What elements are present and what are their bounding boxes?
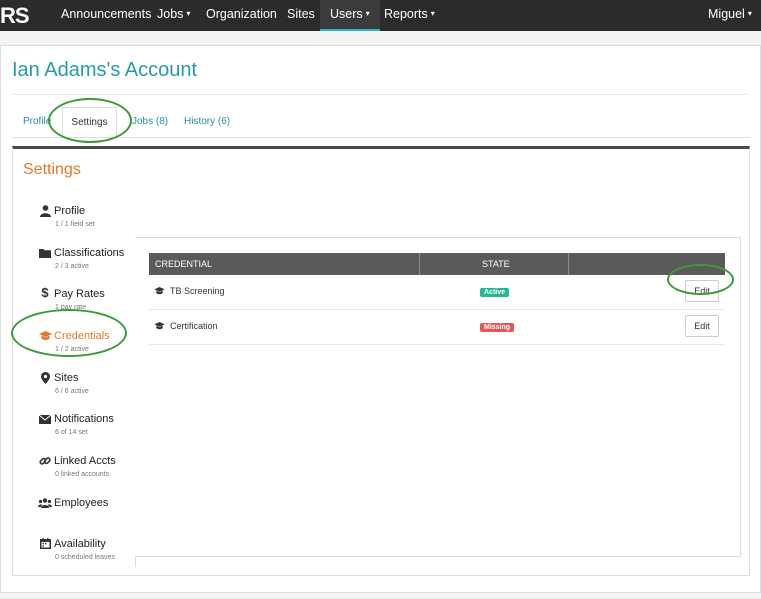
table-header: CREDENTIAL STATE: [149, 253, 725, 275]
sidebar-item-sites[interactable]: Sites 6 / 6 active: [24, 366, 135, 408]
users-icon: [38, 497, 52, 511]
credentials-panel: CREDENTIAL STATE TB Screening Active Edi…: [135, 237, 741, 557]
user-menu[interactable]: Miguel ▾: [708, 0, 752, 31]
folder-icon: [38, 247, 52, 261]
chevron-down-icon: ▾: [430, 9, 435, 18]
user-icon: [38, 205, 52, 220]
sidebar-item-employees[interactable]: Employees: [24, 491, 135, 533]
column-separator: [568, 253, 569, 275]
tab-divider: [12, 137, 750, 138]
chevron-down-icon: ▾: [747, 9, 752, 18]
credential-name: Certification: [170, 321, 218, 331]
nav-organization[interactable]: Organization: [206, 0, 277, 31]
top-navbar: RS Announcements Jobs ▾ Organization Site…: [0, 0, 761, 31]
status-badge: Missing: [480, 323, 515, 332]
sidebar-item-classifications[interactable]: Classifications 2 / 3 active: [24, 241, 135, 283]
nav-sites[interactable]: Sites: [287, 0, 315, 31]
nav-reports[interactable]: Reports ▾: [384, 0, 435, 31]
envelope-icon: [38, 413, 52, 427]
graduation-cap-icon: [154, 287, 165, 297]
account-panel: Ian Adams's Account Profile Settings Job…: [0, 45, 761, 593]
sidebar-item-credentials[interactable]: Credentials 1 / 2 active: [24, 324, 135, 366]
map-marker-icon: [38, 372, 52, 387]
app-logo[interactable]: RS: [0, 0, 32, 31]
sidebar-item-linked-accts[interactable]: Linked Accts 0 linked accounts: [24, 449, 135, 491]
tab-history[interactable]: History (6): [184, 116, 230, 127]
settings-section: Settings Profile 1 / 1 field set Classif…: [12, 146, 750, 576]
credential-name: TB Screening: [170, 286, 225, 296]
tab-jobs[interactable]: Jobs (8): [132, 116, 168, 127]
edit-button[interactable]: Edit: [685, 315, 719, 337]
settings-title: Settings: [23, 161, 81, 178]
sidebar-item-notifications[interactable]: Notifications 6 of 14 set: [24, 407, 135, 449]
column-header-state[interactable]: STATE: [482, 253, 510, 275]
graduation-cap-icon: [38, 330, 52, 344]
nav-jobs[interactable]: Jobs ▾: [157, 0, 190, 31]
sidebar-item-pay-rates[interactable]: $ Pay Rates 1 pay rate: [24, 282, 135, 324]
nav-announcements[interactable]: Announcements: [61, 0, 151, 31]
tab-profile[interactable]: Profile: [23, 116, 51, 127]
divider: [12, 94, 748, 95]
chevron-down-icon: ▾: [365, 9, 370, 18]
sidebar-item-profile[interactable]: Profile 1 / 1 field set: [24, 199, 135, 241]
edit-button[interactable]: Edit: [685, 280, 719, 302]
table-row: Certification Missing Edit: [149, 310, 725, 345]
table-row: TB Screening Active Edit: [149, 275, 725, 310]
credentials-table: CREDENTIAL STATE TB Screening Active Edi…: [149, 253, 725, 345]
link-icon: [38, 455, 52, 470]
status-badge: Active: [480, 288, 510, 297]
column-header-credential[interactable]: CREDENTIAL: [155, 253, 212, 275]
column-separator: [419, 253, 420, 275]
graduation-cap-icon: [154, 322, 165, 332]
page-title: Ian Adams's Account: [12, 59, 198, 81]
chevron-down-icon: ▾: [186, 9, 191, 18]
tab-settings[interactable]: Settings: [62, 107, 117, 138]
dollar-icon: $: [41, 285, 49, 300]
calendar-icon: [38, 538, 52, 552]
nav-users[interactable]: Users ▾: [320, 0, 380, 31]
sidebar-item-availability[interactable]: Availability 0 scheduled leaves: [24, 532, 135, 574]
